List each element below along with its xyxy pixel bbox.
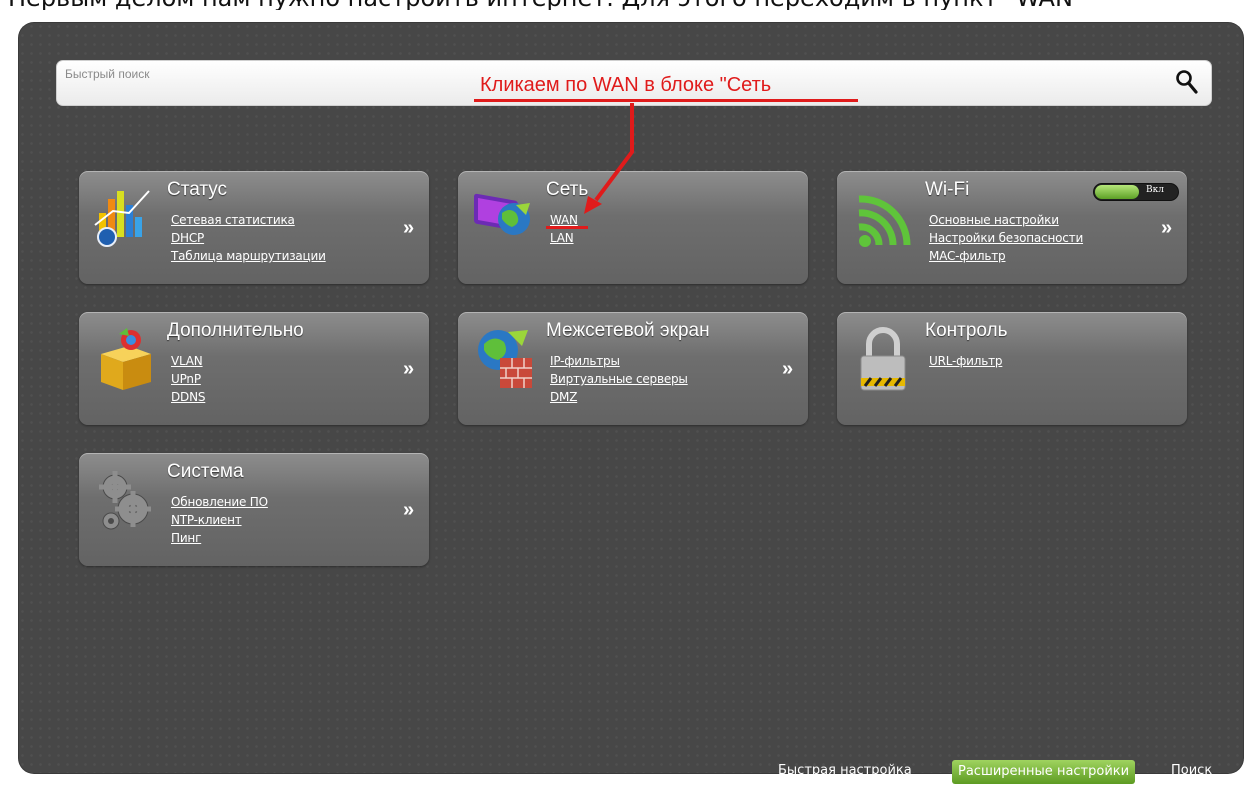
link-network-statistics[interactable]: Сетевая статистика	[171, 213, 295, 227]
router-admin-panel: Быстрый поиск Кликаем по WAN в блоке "Се…	[18, 22, 1244, 784]
search-icon[interactable]	[1175, 69, 1199, 95]
card-advanced: Дополнительно VLAN UPnP DDNS »	[79, 312, 429, 425]
card-firewall-links: IP-фильтры Виртуальные серверы DMZ	[550, 352, 688, 406]
card-system-title: Система	[167, 461, 244, 482]
card-status-title: Статус	[167, 179, 228, 200]
annotation-label: Кликаем по WAN в блоке "Сеть	[480, 74, 772, 96]
card-status-links: Сетевая статистика DHCP Таблица маршрути…	[171, 211, 326, 265]
top-caption: Первым делом нам нужно настроить интерне…	[8, 0, 1247, 10]
wifi-toggle[interactable]: Вкл	[1093, 183, 1179, 201]
advanced-settings-button[interactable]: Расширенные настройки	[952, 760, 1136, 784]
system-more-button[interactable]: »	[403, 499, 414, 522]
quick-setup-link[interactable]: Быстрая настройка	[778, 763, 912, 785]
card-wifi-links: Основные настройки Настройки безопасност…	[929, 211, 1083, 265]
advanced-more-button[interactable]: »	[403, 358, 414, 381]
lock-icon	[860, 327, 906, 391]
card-advanced-links: VLAN UPnP DDNS	[171, 352, 205, 406]
link-wifi-security-settings[interactable]: Настройки безопасности	[929, 231, 1083, 245]
status-more-button[interactable]: »	[403, 217, 414, 240]
link-url-filter[interactable]: URL-фильтр	[929, 354, 1003, 368]
link-lan[interactable]: LAN	[550, 231, 574, 245]
card-wifi-title: Wi-Fi	[925, 179, 970, 200]
firewall-more-button[interactable]: »	[782, 358, 793, 381]
wan-highlight-underline	[546, 226, 588, 229]
wifi-toggle-on-indicator	[1095, 185, 1139, 199]
card-network-title: Сеть	[546, 179, 589, 200]
card-status: Статус Сетевая статистика DHCP Таблица м…	[79, 171, 429, 284]
link-wifi-basic-settings[interactable]: Основные настройки	[929, 213, 1059, 227]
wifi-more-button[interactable]: »	[1161, 217, 1172, 240]
link-dmz[interactable]: DMZ	[550, 390, 577, 404]
card-network: Сеть WAN LAN	[458, 171, 808, 284]
link-routing-table[interactable]: Таблица маршрутизации	[171, 249, 326, 263]
search-input[interactable]: Быстрый поиск	[65, 67, 149, 81]
link-ip-filters[interactable]: IP-фильтры	[550, 354, 620, 368]
card-control-title: Контроль	[925, 320, 1008, 341]
chart-icon	[94, 190, 150, 247]
card-system-links: Обновление ПО NTP-клиент Пинг	[171, 493, 268, 547]
box-icon	[101, 328, 151, 390]
network-icon	[474, 193, 530, 235]
card-network-links: WAN LAN	[550, 211, 578, 247]
card-wifi: Wi-Fi Вкл Основные настройки Настройки б…	[837, 171, 1187, 284]
link-ntp-client[interactable]: NTP-клиент	[171, 513, 242, 527]
link-dhcp[interactable]: DHCP	[171, 231, 204, 245]
search-link[interactable]: Поиск	[1171, 763, 1212, 785]
wifi-icon	[858, 195, 911, 247]
wifi-toggle-label: Вкл	[1146, 185, 1164, 195]
annotation-underline	[474, 99, 858, 102]
card-system: Система Обновление ПО NTP-клиент Пинг »	[79, 453, 429, 566]
card-advanced-title: Дополнительно	[167, 320, 304, 341]
card-firewall: Межсетевой экран IP-фильтры Виртуальные …	[458, 312, 808, 425]
link-wan[interactable]: WAN	[550, 213, 578, 227]
link-ddns[interactable]: DDNS	[171, 390, 205, 404]
link-virtual-servers[interactable]: Виртуальные серверы	[550, 372, 688, 386]
link-vlan[interactable]: VLAN	[171, 354, 203, 368]
link-ping[interactable]: Пинг	[171, 531, 201, 545]
card-control-links: URL-фильтр	[929, 352, 1003, 370]
link-upnp[interactable]: UPnP	[171, 372, 201, 386]
link-mac-filter[interactable]: MAC-фильтр	[929, 249, 1006, 263]
card-control: Контроль URL-фильтр	[837, 312, 1187, 425]
link-firmware-update[interactable]: Обновление ПО	[171, 495, 268, 509]
firewall-icon	[478, 330, 532, 388]
gears-icon	[99, 471, 151, 530]
card-firewall-title: Межсетевой экран	[546, 320, 710, 341]
